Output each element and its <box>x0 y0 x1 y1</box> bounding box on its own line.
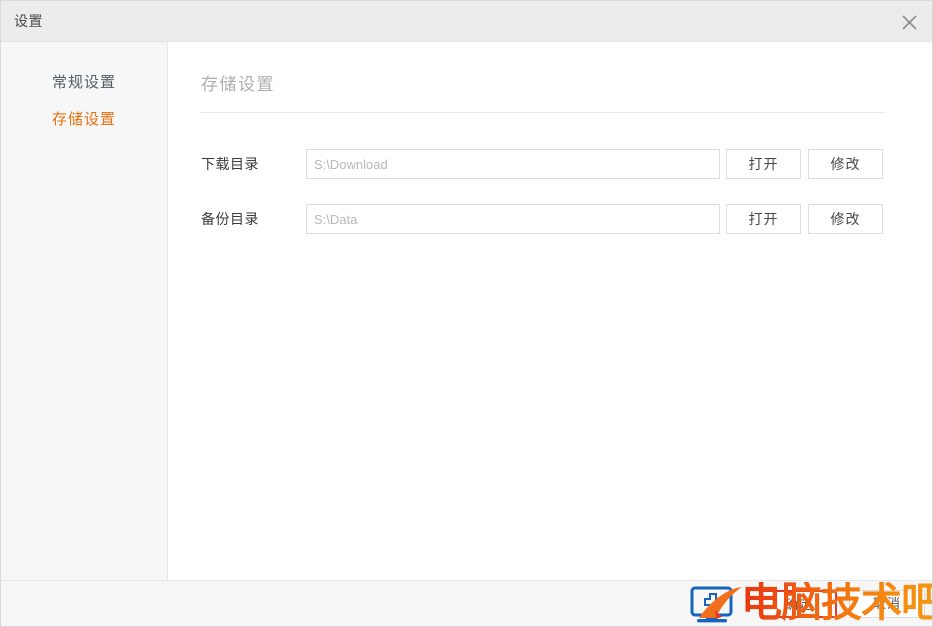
download-directory-open-button[interactable]: 打开 <box>726 149 801 179</box>
cancel-button[interactable]: 取消 <box>849 590 925 618</box>
settings-window: 设置 常规设置 存储设置 存储设置 下载目录 打开 修改 备份目录 <box>0 0 933 627</box>
window-title: 设置 <box>14 13 43 29</box>
form-row-download-directory: 下载目录 打开 修改 <box>201 149 915 179</box>
sidebar-item-storage-settings[interactable]: 存储设置 <box>1 111 167 129</box>
download-directory-input[interactable] <box>306 149 720 179</box>
sidebar-item-general-settings[interactable]: 常规设置 <box>1 74 167 92</box>
sidebar: 常规设置 存储设置 <box>1 42 168 580</box>
title-divider <box>201 112 886 113</box>
footer-bar: 确定 取消 <box>1 580 932 626</box>
sidebar-item-label: 常规设置 <box>51 74 116 91</box>
backup-directory-label: 备份目录 <box>201 211 259 227</box>
download-directory-label: 下载目录 <box>201 156 259 172</box>
sidebar-item-label: 存储设置 <box>51 111 116 128</box>
confirm-button[interactable]: 确定 <box>761 590 837 618</box>
close-button[interactable] <box>892 6 926 38</box>
download-directory-modify-button[interactable]: 修改 <box>808 149 883 179</box>
backup-directory-modify-button[interactable]: 修改 <box>808 204 883 234</box>
page-title: 存储设置 <box>201 75 275 94</box>
form-row-backup-directory: 备份目录 打开 修改 <box>201 204 915 234</box>
content-panel: 存储设置 下载目录 打开 修改 备份目录 打开 修改 <box>169 42 932 580</box>
backup-directory-input[interactable] <box>306 204 720 234</box>
backup-directory-open-button[interactable]: 打开 <box>726 204 801 234</box>
close-icon <box>901 14 917 30</box>
title-bar: 设置 <box>1 1 932 42</box>
